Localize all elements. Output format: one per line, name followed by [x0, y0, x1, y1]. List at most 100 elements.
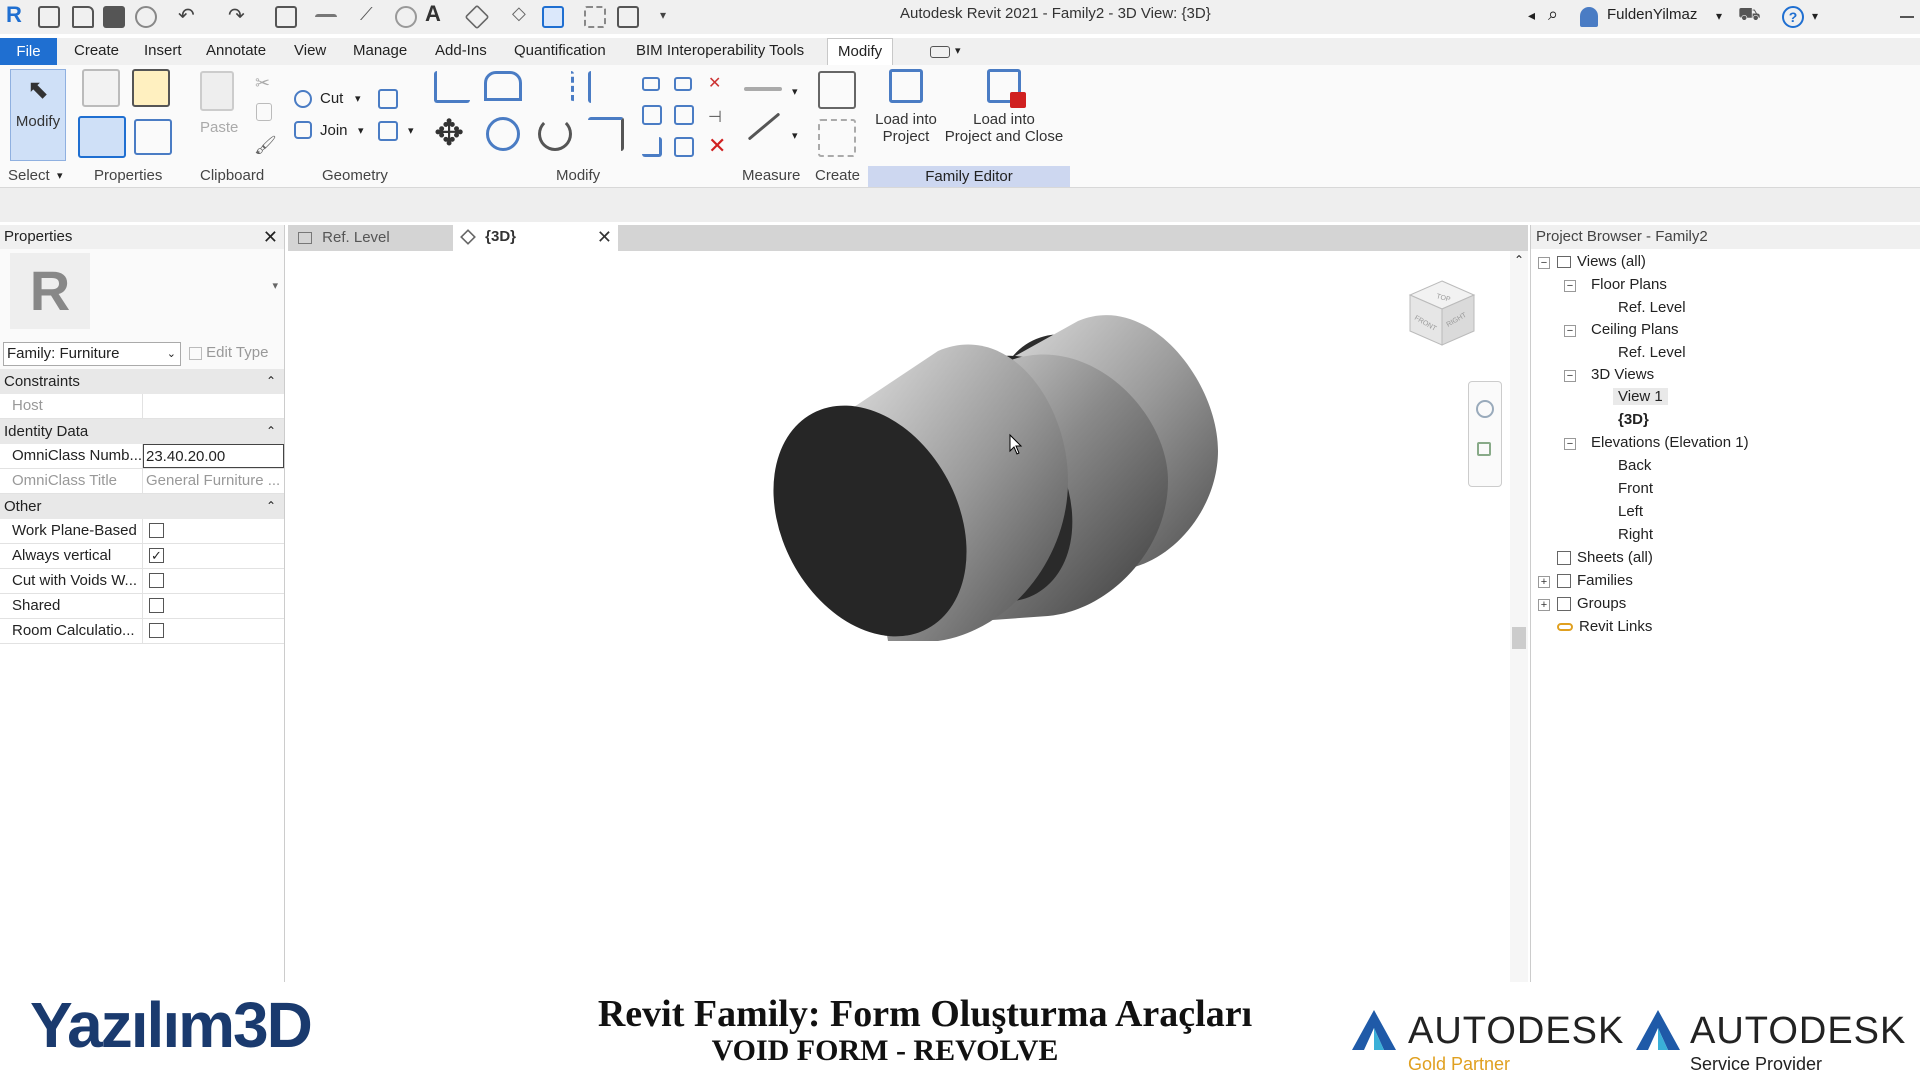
cut-with-voids-checkbox[interactable] [149, 573, 164, 588]
panel-modify[interactable]: Modify [556, 167, 600, 184]
tab-bim-interoperability[interactable]: BIM Interoperability Tools [632, 42, 808, 59]
aligned-dimension-icon[interactable] [747, 112, 781, 141]
scroll-up-icon[interactable]: ⌃ [1514, 253, 1524, 267]
delete-icon[interactable]: ✕ [708, 133, 726, 159]
tab-annotate[interactable]: Annotate [202, 42, 270, 59]
panel-geometry[interactable]: Geometry [322, 167, 388, 184]
sync-icon[interactable] [135, 6, 157, 28]
tree-ceiling-plans[interactable]: Ceiling Plans [1591, 321, 1679, 338]
mirror-draw-axis-icon[interactable] [588, 71, 624, 103]
panel-select[interactable]: Select [8, 167, 50, 184]
tab-insert[interactable]: Insert [140, 42, 186, 59]
tree-elevation-right[interactable]: Right [1618, 526, 1653, 543]
section-constraints[interactable]: Constraints ⌃ [0, 369, 284, 394]
type-selector[interactable]: R ▾ [0, 249, 284, 339]
modify-button[interactable]: ⬉ Modify [10, 69, 66, 161]
help-icon[interactable]: ? [1782, 6, 1804, 28]
back-arrow-icon[interactable]: ◂ [1528, 7, 1550, 29]
pin-icon[interactable]: ⊣ [708, 107, 722, 127]
undo-icon[interactable]: ↶ [178, 3, 200, 27]
cut-label[interactable]: Cut [320, 90, 343, 107]
move-icon[interactable]: ✥ [434, 115, 464, 151]
measure-icon[interactable] [315, 14, 337, 20]
split-face-icon[interactable] [378, 121, 398, 141]
tag-icon[interactable] [395, 6, 417, 28]
tree-3d-default[interactable]: {3D} [1618, 411, 1649, 428]
properties-palette-icon[interactable] [78, 116, 126, 158]
tree-elevations[interactable]: Elevations (Elevation 1) [1591, 434, 1749, 451]
match-properties-icon[interactable]: 🖌 [254, 135, 277, 156]
user-icon[interactable] [1580, 7, 1598, 27]
minimize-icon[interactable] [1900, 16, 1914, 18]
tab-manage[interactable]: Manage [349, 42, 411, 59]
tab-modify[interactable]: Modify [827, 38, 894, 65]
tab-quantification[interactable]: Quantification [510, 42, 610, 59]
viewcube-icon[interactable]: TOP FRONT RIGHT [1406, 277, 1478, 349]
collapse-ceiling-plans-icon[interactable]: − [1564, 325, 1576, 337]
paste-label[interactable]: Paste [200, 119, 238, 136]
tree-groups[interactable]: Groups [1557, 595, 1626, 612]
split-dropdown-icon[interactable]: ▾ [408, 124, 414, 137]
view-tab-3d[interactable]: {3D} ✕ [453, 225, 618, 251]
section-other[interactable]: Other ⌃ [0, 494, 284, 519]
open-icon[interactable] [38, 6, 60, 28]
tree-sheets[interactable]: Sheets (all) [1557, 549, 1653, 566]
tab-view[interactable]: View [290, 42, 330, 59]
unpin-icon[interactable]: ✕ [708, 73, 721, 93]
mirror-pick-axis-icon[interactable] [538, 71, 574, 103]
tab-file[interactable]: File [0, 38, 57, 65]
drawing-area-3d[interactable]: TOP FRONT RIGHT ⌃ [288, 251, 1528, 982]
switch-windows-icon[interactable] [617, 6, 639, 28]
trim-single-icon[interactable] [642, 137, 662, 157]
align-icon[interactable] [434, 71, 470, 103]
properties-close-icon[interactable]: ✕ [263, 225, 278, 249]
type-selector-dropdown-icon[interactable]: ▾ [272, 279, 278, 292]
measure-between-icon[interactable] [744, 87, 782, 91]
revit-logo-icon[interactable]: R [6, 2, 28, 27]
copy-element-icon[interactable] [486, 117, 520, 151]
measure-dropdown-icon[interactable]: ▾ [792, 85, 798, 98]
cut-geometry-icon[interactable] [294, 90, 312, 108]
section-identity-data[interactable]: Identity Data ⌃ [0, 419, 284, 444]
revolve-model[interactable] [288, 251, 1528, 982]
paste-icon[interactable] [200, 71, 234, 111]
trim-extend-icon[interactable] [588, 117, 624, 151]
collapse-3d-views-icon[interactable]: − [1564, 370, 1576, 382]
panel-toggle-icon[interactable] [930, 46, 950, 58]
cart-icon[interactable]: ⛟ [1738, 4, 1761, 26]
panel-toggle-dropdown-icon[interactable]: ▾ [955, 44, 961, 57]
save-icon[interactable] [103, 6, 125, 28]
collapse-chevron-icon[interactable]: ⌃ [266, 494, 276, 519]
copy-icon[interactable] [256, 103, 272, 121]
close-hidden-icon[interactable] [584, 6, 606, 28]
panel-family-editor[interactable]: Family Editor [868, 166, 1070, 187]
type-properties-icon[interactable] [132, 69, 170, 107]
user-name[interactable]: FuldenYilmaz [1607, 6, 1697, 23]
array-icon[interactable] [642, 105, 662, 125]
viewcube[interactable]: TOP FRONT RIGHT [1406, 277, 1478, 349]
3d-view-icon[interactable] [464, 4, 490, 30]
edit-type-button[interactable]: Edit Type [189, 342, 268, 364]
tree-floor-plan-ref-level[interactable]: Ref. Level [1618, 299, 1686, 316]
cut-clipboard-icon[interactable]: ✂ [255, 73, 270, 94]
panel-clipboard[interactable]: Clipboard [200, 167, 264, 184]
always-vertical-checkbox[interactable]: ✓ [149, 548, 164, 563]
omniclass-number-field[interactable]: 23.40.20.00 [143, 444, 284, 468]
join-icon[interactable] [294, 121, 312, 139]
zoom-icon[interactable] [1477, 442, 1491, 456]
panel-create[interactable]: Create [815, 167, 860, 184]
close-tab-icon[interactable]: ✕ [597, 225, 612, 249]
tab-add-ins[interactable]: Add-Ins [431, 42, 491, 59]
tree-families[interactable]: Families [1557, 572, 1633, 589]
tree-elevation-back[interactable]: Back [1618, 457, 1651, 474]
create-group-icon[interactable] [818, 119, 856, 157]
print-icon[interactable] [275, 6, 297, 28]
offset-icon[interactable] [484, 71, 522, 101]
tree-revit-links[interactable]: Revit Links [1557, 618, 1652, 635]
join-dropdown-icon[interactable]: ▾ [358, 124, 364, 137]
room-calculation-checkbox[interactable] [149, 623, 164, 638]
help-dropdown-icon[interactable]: ▾ [1812, 9, 1834, 31]
cut-dropdown-icon[interactable]: ▾ [355, 92, 361, 105]
tree-elevation-front[interactable]: Front [1618, 480, 1653, 497]
rotate-icon[interactable] [538, 117, 572, 151]
